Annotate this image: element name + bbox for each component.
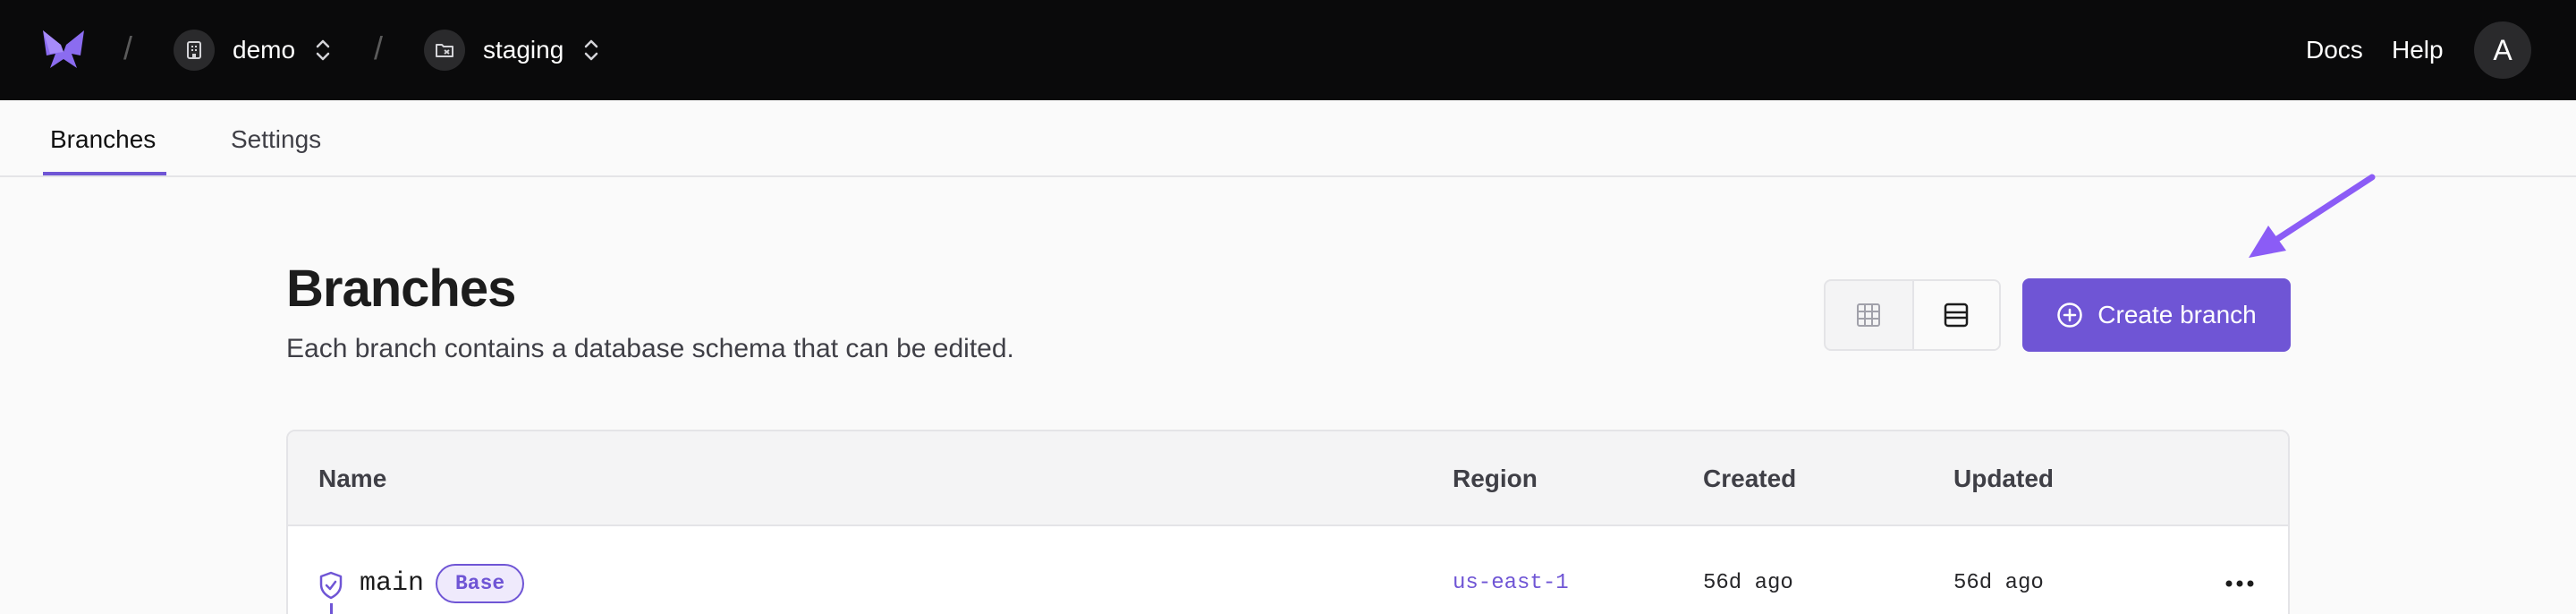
org-switcher[interactable]: demo: [174, 29, 333, 72]
tab-bar: Branches Settings: [0, 100, 2576, 177]
table-header: Name Region Created Updated: [288, 431, 2288, 526]
docs-link[interactable]: Docs: [2306, 32, 2363, 68]
page-title: Branches: [286, 260, 516, 318]
more-options-icon[interactable]: [2222, 573, 2258, 594]
chevron-up-down-icon: [316, 39, 330, 61]
table-row[interactable]: main Base us-east-1 56d ago 56d ago: [288, 526, 2288, 614]
page-subtitle: Each branch contains a database schema t…: [286, 334, 1014, 363]
grid-view-button[interactable]: [1826, 281, 1912, 349]
active-tab-indicator: [43, 172, 166, 175]
building-icon: [174, 30, 215, 71]
grid-icon: [1857, 303, 1881, 327]
database-name: staging: [483, 36, 564, 64]
help-link[interactable]: Help: [2392, 32, 2444, 68]
column-header-region: Region: [1453, 465, 1538, 492]
database-switcher[interactable]: staging: [424, 29, 601, 72]
create-branch-button[interactable]: Create branch: [2022, 278, 2291, 352]
shield-check-icon: [319, 571, 343, 600]
create-branch-label: Create branch: [2097, 301, 2257, 328]
folder-database-icon: [424, 30, 465, 71]
avatar[interactable]: A: [2474, 21, 2531, 79]
branch-updated: 56d ago: [1953, 571, 2044, 595]
tab-settings[interactable]: Settings: [231, 124, 321, 156]
branch-tree-line: [330, 603, 333, 614]
breadcrumb-separator: /: [374, 30, 384, 66]
top-navigation-bar: / demo / staging Docs Help A: [0, 0, 2576, 100]
view-toggle: [1824, 279, 2001, 351]
list-icon: [1945, 303, 1969, 328]
tab-branches[interactable]: Branches: [50, 124, 156, 156]
annotation-arrow-icon: [2249, 174, 2376, 258]
logo-icon[interactable]: [41, 29, 86, 72]
branch-name[interactable]: main: [360, 566, 424, 601]
branches-table: Name Region Created Updated main Base us…: [286, 430, 2290, 614]
branch-region: us-east-1: [1453, 571, 1569, 595]
chevron-up-down-icon: [585, 39, 598, 61]
base-badge: Base: [436, 564, 525, 603]
plus-circle-icon: [2057, 303, 2083, 328]
column-header-name: Name: [318, 465, 387, 492]
list-view-button[interactable]: [1911, 281, 1999, 349]
column-header-updated: Updated: [1953, 465, 2054, 492]
org-name: demo: [233, 36, 296, 64]
breadcrumb-separator: /: [123, 30, 133, 66]
branch-created: 56d ago: [1703, 571, 1793, 595]
column-header-created: Created: [1703, 465, 1797, 492]
